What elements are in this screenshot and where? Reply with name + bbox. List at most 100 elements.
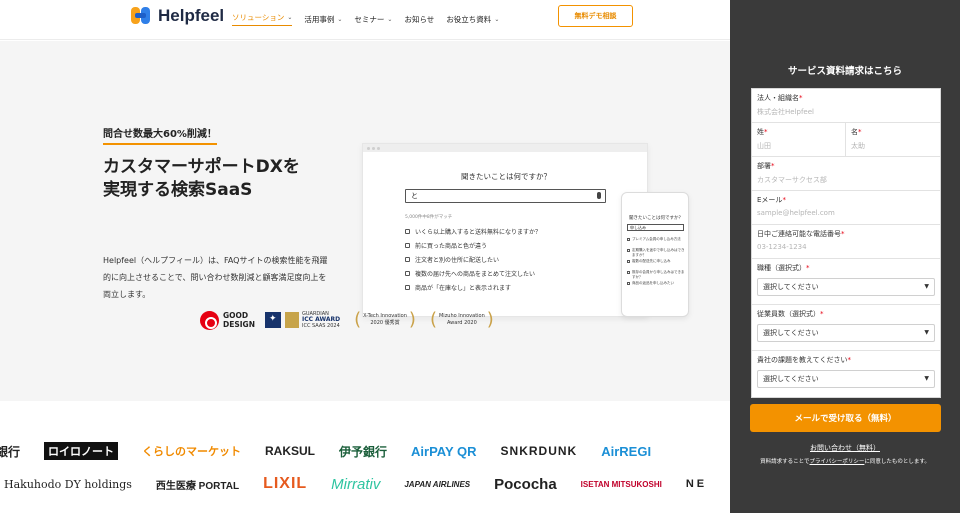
privacy-notice: 資料請求することでプライバシーポリシーに同意したものとします。 <box>760 459 930 465</box>
laurel-icon: ) <box>408 309 416 330</box>
first-name-input[interactable]: 太助 <box>851 141 935 151</box>
logo-text: Helpfeel <box>158 5 225 25</box>
privacy-policy-link[interactable]: プライバシーポリシー <box>809 459 864 465</box>
mizuho-award: ( Mizuho Innovation Award 2020 ) <box>429 309 494 330</box>
nav-item-resources[interactable]: お役立ち資料 ⌄ <box>446 14 499 25</box>
good-design-icon <box>200 310 219 330</box>
awards-row: GOODDESIGN GUARDIANICC AWARDICC SAAS 202… <box>200 307 494 333</box>
nav-item-seminar[interactable]: セミナー ⌄ <box>354 14 392 25</box>
laurel-icon: ) <box>486 309 494 330</box>
mockup-result: いくら以上購入すると送料無料になりますか？ <box>405 224 615 238</box>
good-design-award: GOOD DESIGN <box>200 310 255 330</box>
chat-icon <box>405 242 410 248</box>
chat-icon <box>405 256 410 262</box>
phone-results: プレミアム会員の申し込み方法 定期購入を途中で申し込みはできますか？ 複数の配送… <box>627 237 687 292</box>
dropdown-arrow-icon: ▼ <box>924 329 929 336</box>
issue-select[interactable]: 選択してください ▼ <box>757 370 935 388</box>
mockup-result: 注文者と別の住所に配送したい <box>405 252 615 266</box>
mockup-result: 前に買った商品と色が違う <box>405 238 615 252</box>
helpfeel-logo-icon <box>131 5 152 26</box>
client-logo: 銀行 <box>0 444 21 459</box>
contact-link[interactable]: お問い合わせ（無料） <box>730 443 960 453</box>
size-field: 従業員数（選択式）* 選択してください ▼ <box>752 305 940 351</box>
company-input[interactable]: 株式会社Helpfeel <box>757 107 935 117</box>
hero-description: Helpfeel（ヘルプフィール）は、FAQサイトの検索性能を飛躍的に向上させる… <box>103 256 328 299</box>
client-logo: NE <box>685 478 708 490</box>
chevron-down-icon: ⌄ <box>287 14 293 21</box>
nav-item-cases[interactable]: 活用事例 ⌄ <box>304 14 342 25</box>
site-logo[interactable]: Helpfeel <box>131 5 224 26</box>
name-fields: 姓* 山田 名* 太助 <box>752 123 940 157</box>
client-logo: 伊予銀行 <box>339 444 388 459</box>
chevron-down-icon: ⌄ <box>387 15 393 23</box>
free-demo-button[interactable]: 無料デモ相談 <box>558 5 633 27</box>
client-logo: ロイロノート <box>44 442 119 460</box>
phone-search-input: 申し込み <box>627 224 684 231</box>
logo-row-1: 銀行 ロイロノート くらしのマーケット RAKSUL 伊予銀行 AirPAY Q… <box>0 440 675 462</box>
headline-line-1: カスタマーサポートDXを <box>103 157 300 177</box>
request-form: 法人・組織名* 株式会社Helpfeel 姓* 山田 名* 太助 部署* カスタ… <box>751 88 941 398</box>
size-select[interactable]: 選択してください ▼ <box>757 324 935 342</box>
chevron-down-icon: ⌄ <box>337 15 343 23</box>
phone-input[interactable]: 03-1234-1234 <box>757 243 935 251</box>
email-input[interactable]: sample@helpfeel.com <box>757 209 935 217</box>
nav-label: 活用事例 <box>304 14 335 24</box>
laurel-icon: ( <box>429 309 437 330</box>
headline-line-2: 実現する検索SaaS <box>103 180 253 200</box>
phone-result: 複数の配送先に申し込み <box>627 259 687 269</box>
phone-field[interactable]: 日中ご連絡可能な電話番号* 03-1234-1234 <box>752 225 940 259</box>
chat-icon <box>405 270 410 276</box>
nav-label: ソリューション <box>232 13 285 22</box>
nav-item-news[interactable]: お知らせ <box>404 14 434 25</box>
xtech-award: ( X-Tech Innovation 2020 優秀賞 ) <box>354 309 416 330</box>
nav-label: お知らせ <box>404 14 435 24</box>
mockup-question: 聞きたいことは何ですか？ <box>461 172 551 181</box>
chevron-down-icon: ⌄ <box>494 15 500 23</box>
client-logo: ISETAN MITSUKOSHI <box>580 479 662 489</box>
nav-label: お役立ち資料 <box>446 14 492 24</box>
client-logo: くらしのマーケット <box>142 446 242 458</box>
phone-result: プレミアム会員の申し込み方法 <box>627 237 687 247</box>
icc-icon <box>264 312 281 328</box>
laurel-icon: ( <box>354 309 362 330</box>
phone-mockup: 聞きたいことは何ですか？ 申し込み プレミアム会員の申し込み方法 定期購入を途中… <box>621 192 689 317</box>
client-logo: AirPAY QR <box>411 443 477 459</box>
role-select[interactable]: 選択してください ▼ <box>757 278 935 296</box>
client-logo: SNKRDUNK <box>500 444 578 458</box>
client-logo: RAKSUL <box>265 444 316 458</box>
mockup-result: 商品が「在庫なし」と表示されます <box>405 280 615 294</box>
phone-result: 商品の返品を申し込みたい <box>627 281 687 291</box>
issue-field: 貴社の課題を教えてください* 選択してください ▼ <box>752 351 940 397</box>
hero-badge: 問合せ数最大60%削減！ <box>103 125 217 145</box>
client-logo: Mirrativ <box>331 475 381 493</box>
logo-row-2: Hakuhodo DY holdings 西生医療 PORTAL LIXIL M… <box>4 473 730 495</box>
browser-bar <box>363 144 647 152</box>
client-logos: 銀行 ロイロノート くらしのマーケット RAKSUL 伊予銀行 AirPAY Q… <box>0 430 730 513</box>
mockup-search-input: と <box>405 189 606 203</box>
submit-button[interactable]: メールで受け取る（無料） <box>750 404 941 432</box>
client-logo: LIXIL <box>263 475 308 492</box>
company-field[interactable]: 法人・組織名* 株式会社Helpfeel <box>752 89 940 123</box>
client-logo: Hakuhodo DY holdings <box>4 477 132 491</box>
main-nav: ソリューション ⌄ 活用事例 ⌄ セミナー ⌄ お知らせ お役立ち資料 ⌄ <box>232 12 511 26</box>
last-name-input[interactable]: 山田 <box>757 141 840 151</box>
client-logo: 西生医療 PORTAL <box>155 480 240 492</box>
phone-question: 聞きたいことは何ですか？ <box>629 216 683 221</box>
email-field[interactable]: Eメール* sample@helpfeel.com <box>752 191 940 225</box>
client-logo: AirREGI <box>601 443 652 459</box>
first-name-field[interactable]: 名* 太助 <box>846 123 940 156</box>
mockup-results: いくら以上購入すると送料無料になりますか？ 前に買った商品と色が違う 注文者と別… <box>405 224 615 294</box>
phone-result: 既存の会員から申し込みはできますか？ <box>627 270 687 280</box>
client-logo: JAPAN AIRLINES <box>404 479 471 489</box>
dropdown-arrow-icon: ▼ <box>924 283 929 290</box>
nav-item-solution[interactable]: ソリューション ⌄ <box>232 12 293 26</box>
phone-result: 定期購入を途中で申し込みはできますか？ <box>627 248 687 258</box>
hero-section: 問合せ数最大60%削減！ カスタマーサポートDXを 実現する検索SaaS Hel… <box>0 41 730 401</box>
last-name-field[interactable]: 姓* 山田 <box>752 123 846 156</box>
dept-input[interactable]: カスタマーサクセス部 <box>757 175 935 185</box>
dept-field[interactable]: 部署* カスタマーサクセス部 <box>752 157 940 191</box>
role-field: 職種（選択式）* 選択してください ▼ <box>752 259 940 305</box>
desktop-mockup: 聞きたいことは何ですか？ と 5,000件中8件がマッチ いくら以上購入すると送… <box>362 143 648 317</box>
main-content: Helpfeel ソリューション ⌄ 活用事例 ⌄ セミナー ⌄ お知らせ お役立ち資… <box>0 0 730 513</box>
site-header: Helpfeel ソリューション ⌄ 活用事例 ⌄ セミナー ⌄ お知らせ お役立ち資… <box>0 0 730 40</box>
